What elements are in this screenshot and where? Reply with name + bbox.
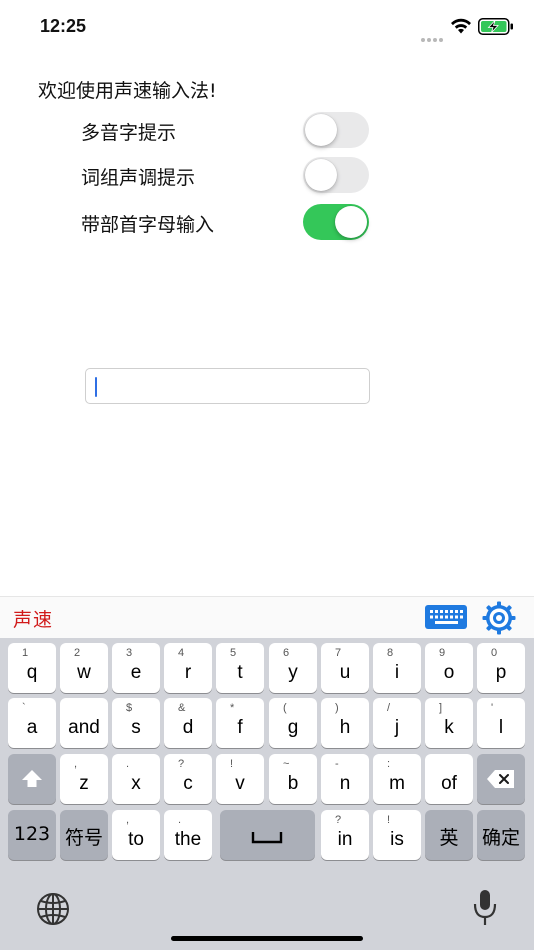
phrase-tone-toggle[interactable] <box>303 157 369 193</box>
battery-charging-icon <box>478 18 513 35</box>
confirm-key[interactable]: 确定 <box>477 810 525 860</box>
key-h[interactable]: ) h <box>321 698 369 748</box>
toggle-knob <box>305 159 337 191</box>
toggle-knob <box>305 114 337 146</box>
status-time: 12:25 <box>40 16 87 36</box>
key-d[interactable]: & d <box>164 698 212 748</box>
text-input[interactable] <box>85 368 370 404</box>
keyboard: 1q 2w 3e 4r 5t 6y 7u 8i 9o 0p ` a and $ s … <box>0 638 534 950</box>
key-n[interactable]: -n <box>321 754 369 804</box>
setting-label: 词组声调提示 <box>81 167 196 189</box>
status-bar: 12:25 <box>0 0 534 50</box>
symbols-key[interactable]: 符号 <box>60 810 108 860</box>
text-caret <box>95 377 97 397</box>
microphone-icon[interactable] <box>472 888 498 928</box>
key-u[interactable]: 7u <box>321 643 369 693</box>
key-s[interactable]: $ s <box>112 698 160 748</box>
key-g[interactable]: (g <box>269 698 317 748</box>
delete-icon <box>487 770 514 788</box>
key-b[interactable]: ~ b <box>269 754 317 804</box>
radical-input-toggle[interactable] <box>303 204 369 240</box>
space-icon <box>251 832 283 844</box>
key-r[interactable]: 4r <box>164 643 212 693</box>
key-to[interactable]: , to <box>112 810 160 860</box>
key-k[interactable]: ] k <box>425 698 473 748</box>
key-y[interactable]: 6y <box>269 643 317 693</box>
key-f[interactable]: * f <box>216 698 264 748</box>
setting-row-phrase-tone: 词组声调提示 <box>81 157 371 193</box>
key-t[interactable]: 5t <box>216 643 264 693</box>
globe-icon[interactable] <box>35 891 71 927</box>
key-w[interactable]: 2w <box>60 643 108 693</box>
setting-row-radical-input: 带部首字母输入 <box>81 204 371 240</box>
space-key[interactable] <box>220 810 315 860</box>
key-p[interactable]: 0p <box>477 643 525 693</box>
key-i[interactable]: 8i <box>373 643 421 693</box>
key-q[interactable]: 1q <box>8 643 56 693</box>
keyboard-icon[interactable] <box>425 605 467 629</box>
gear-icon[interactable] <box>482 601 516 635</box>
key-c[interactable]: ? c <box>164 754 212 804</box>
numbers-key[interactable]: 123 <box>8 810 56 860</box>
toggle-knob <box>335 206 367 238</box>
key-in[interactable]: ? in <box>321 810 369 860</box>
key-the[interactable]: . the <box>164 810 212 860</box>
key-j[interactable]: / j <box>373 698 421 748</box>
key-x[interactable]: .x <box>112 754 160 804</box>
setting-label: 带部首字母输入 <box>81 214 215 236</box>
home-indicator <box>171 936 363 941</box>
key-m[interactable]: :m <box>373 754 421 804</box>
key-l[interactable]: ' l <box>477 698 525 748</box>
polyphone-toggle[interactable] <box>303 112 369 148</box>
keyboard-toolbar: 声速 <box>0 596 534 638</box>
wifi-icon <box>451 18 471 34</box>
setting-row-polyphone: 多音字提示 <box>81 112 371 148</box>
shift-key[interactable] <box>8 754 56 804</box>
welcome-text: 欢迎使用声速输入法! <box>38 80 217 102</box>
key-is[interactable]: ! is <box>373 810 421 860</box>
english-key[interactable]: 英 <box>425 810 473 860</box>
keyboard-brand-logo: 声速 <box>13 609 54 631</box>
key-a[interactable]: ` a <box>8 698 56 748</box>
key-o[interactable]: 9o <box>425 643 473 693</box>
key-e[interactable]: 3e <box>112 643 160 693</box>
delete-key[interactable] <box>477 754 525 804</box>
key-and[interactable]: and <box>60 698 108 748</box>
key-of[interactable]: of <box>425 754 473 804</box>
key-z[interactable]: ,z <box>60 754 108 804</box>
shift-icon <box>22 770 42 787</box>
setting-label: 多音字提示 <box>81 122 177 144</box>
key-v[interactable]: ! v <box>216 754 264 804</box>
signal-dots-icon <box>421 27 447 42</box>
